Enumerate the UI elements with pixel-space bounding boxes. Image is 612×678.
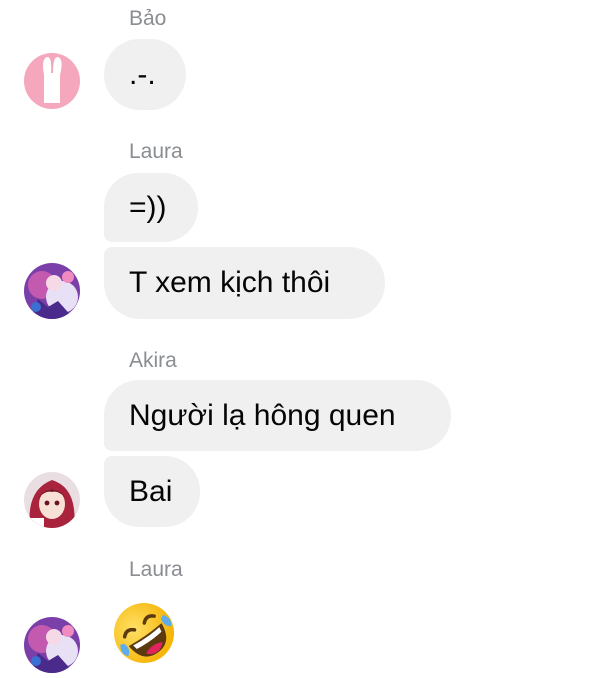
avatar-laura[interactable] (24, 263, 80, 319)
message-bubble[interactable]: T xem kịch thôi (104, 247, 385, 319)
sender-name-laura: Laura (129, 140, 183, 163)
message-bubble[interactable]: Người lạ hông quen (104, 380, 451, 451)
message-bubble[interactable]: Bai (104, 456, 200, 527)
avatar-akira[interactable] (24, 472, 80, 528)
avatar-laura[interactable] (24, 617, 80, 673)
message-bubble[interactable]: .-. (104, 39, 186, 110)
rolling-on-the-floor-laughing-icon[interactable] (110, 599, 178, 667)
sender-name-akira: Akira (129, 349, 177, 372)
sender-name-laura: Laura (129, 558, 183, 581)
message-bubble[interactable]: =)) (104, 173, 198, 242)
avatar-bao[interactable] (24, 53, 80, 109)
sender-name-bao: Bảo (129, 7, 167, 30)
